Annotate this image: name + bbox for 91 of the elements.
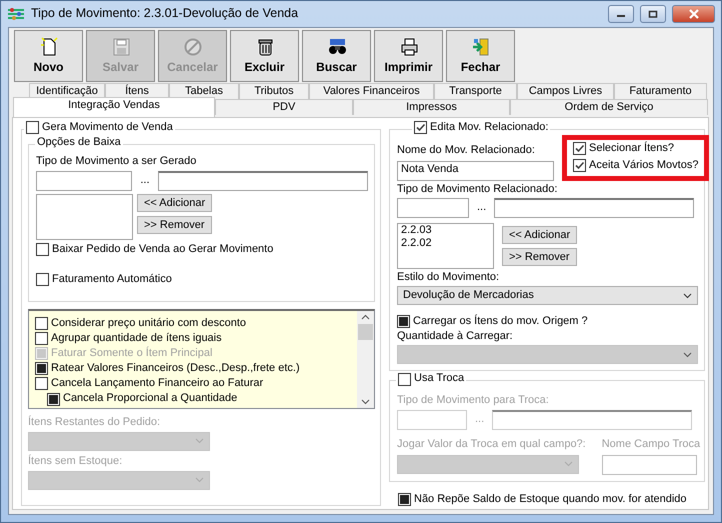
- scroll-down-icon: [361, 398, 370, 404]
- scroll-up-icon: [361, 314, 370, 320]
- checkbox-label: Faturamento Automático: [52, 272, 172, 286]
- checkbox-label: Aceita Vários Movtos?: [589, 158, 698, 172]
- checkbox[interactable]: [35, 377, 48, 390]
- field-label: Quantidade à Carregar:: [397, 330, 514, 344]
- tab[interactable]: Campos Livres: [517, 82, 614, 98]
- option-label: Considerar preço unitário com desconto: [51, 316, 246, 330]
- checkbox-label: Gera Movimento de Venda: [42, 120, 173, 134]
- checkbox[interactable]: [35, 362, 48, 376]
- checkbox-label: Usa Troca: [414, 372, 464, 386]
- tab[interactable]: Valores Financeiros: [309, 82, 434, 98]
- option-label: Cancela Proporcional a Quantidade: [63, 392, 238, 406]
- ellipsis-button[interactable]: ...: [140, 174, 150, 188]
- add-button[interactable]: << Adicionar: [502, 226, 577, 244]
- checkbox-label: Não Repõe Saldo de Estoque quando mov. for atendido: [414, 492, 687, 506]
- field-label: Nome Campo Troca: [602, 438, 700, 451]
- printer-icon: [398, 36, 418, 57]
- field-label: Tipo de Movimento para Troca:: [397, 394, 550, 408]
- close-button[interactable]: [672, 4, 715, 23]
- checkbox[interactable]: [573, 158, 586, 172]
- option-label: Agrupar quantidade de ítens iguais: [51, 332, 222, 345]
- toolbar-button[interactable]: Novo: [14, 30, 83, 82]
- checkbox[interactable]: [35, 332, 48, 345]
- checkbox[interactable]: [573, 142, 586, 155]
- option-label: Ratear Valores Financeiros (Desc.,Desp.,frete etc.): [51, 362, 300, 376]
- list-item[interactable]: 2.2.03: [401, 224, 490, 237]
- field-label: Tipo de Movimento Relacionado:: [397, 182, 558, 196]
- maximize-button[interactable]: [640, 4, 666, 23]
- toolbar-button[interactable]: Buscar: [302, 30, 371, 82]
- tab[interactable]: Faturamento: [614, 82, 707, 98]
- input-field[interactable]: [492, 410, 692, 430]
- no-entry-icon: [182, 36, 202, 57]
- dropdown[interactable]: Devolução de Mercadorias: [397, 286, 698, 306]
- list-item[interactable]: 2.2.02: [401, 236, 490, 250]
- window-title: Tipo de Movimento: 2.3.01-Devolução de Venda: [31, 6, 300, 22]
- remove-button[interactable]: >> Remover: [502, 248, 577, 266]
- document-icon: [38, 36, 58, 57]
- binoculars-icon: [326, 36, 346, 57]
- field-label: Ítens sem Estoque:: [28, 454, 124, 468]
- field-label: Ítens Restantes do Pedido:: [28, 416, 162, 429]
- tab[interactable]: Impressos: [353, 98, 510, 114]
- tab[interactable]: Identificação: [29, 82, 105, 98]
- checkbox[interactable]: [26, 120, 39, 134]
- input-field[interactable]: [494, 198, 694, 218]
- minimize-button[interactable]: [608, 4, 634, 23]
- checkbox[interactable]: [36, 272, 49, 286]
- input-field[interactable]: [397, 410, 467, 430]
- tab[interactable]: Integração Vendas: [13, 96, 215, 116]
- checkbox[interactable]: [35, 316, 48, 330]
- remove-button[interactable]: >> Remover: [137, 216, 212, 234]
- toolbar-button[interactable]: Excluir: [230, 30, 299, 82]
- toolbar-button[interactable]: Fechar: [446, 30, 515, 82]
- exit-door-icon: [470, 36, 490, 57]
- tab[interactable]: Ordem de Serviço: [510, 98, 708, 114]
- tab[interactable]: PDV: [215, 98, 353, 114]
- ellipsis-button[interactable]: ...: [477, 201, 486, 214]
- group-legend: Opções de Baixa: [37, 136, 121, 149]
- scrollbar[interactable]: [357, 310, 374, 408]
- input-field[interactable]: [397, 198, 469, 218]
- list-box[interactable]: 2.2.03 2.2.02: [397, 222, 494, 269]
- option-label: Cancela Lançamento Financeiro ao Faturar: [51, 377, 264, 390]
- maximize-icon: [648, 10, 658, 18]
- toolbar-button[interactable]: Imprimir: [374, 30, 443, 82]
- option-label: Faturar Somente o Ítem Principal: [51, 346, 212, 360]
- checkbox[interactable]: [47, 392, 60, 406]
- checkbox-label: Carregar os Ítens do mov. Origem ?: [413, 315, 588, 328]
- tab[interactable]: Tabelas: [169, 82, 239, 98]
- checkbox[interactable]: [36, 242, 49, 256]
- app-icon: [7, 6, 25, 21]
- tab[interactable]: Tributos: [239, 82, 309, 98]
- input-field[interactable]: [36, 170, 132, 191]
- input-field[interactable]: Nota Venda: [397, 160, 554, 181]
- checkbox[interactable]: [414, 120, 427, 134]
- field-label: Jogar Valor da Troca em qual campo?:: [397, 438, 586, 451]
- input-field[interactable]: [158, 170, 368, 191]
- tab[interactable]: Ítens: [105, 82, 169, 98]
- checkbox[interactable]: [397, 315, 410, 328]
- close-icon: [688, 8, 700, 19]
- input-field[interactable]: [602, 454, 697, 475]
- add-button[interactable]: << Adicionar: [137, 194, 212, 212]
- checkbox-label: Baixar Pedido de Venda ao Gerar Movimento: [52, 242, 274, 256]
- field-label: Tipo de Movimento a ser Gerado: [36, 154, 198, 168]
- field-label: Nome do Mov. Relacionado:: [397, 144, 536, 157]
- field-label: Estilo do Movimento:: [397, 270, 500, 284]
- tab[interactable]: Transporte: [434, 82, 517, 98]
- scroll-thumb[interactable]: [358, 324, 373, 340]
- checkbox-label: Selecionar Ítens?: [589, 142, 674, 155]
- checkbox-label: Edita Mov. Relacionado:: [430, 120, 548, 134]
- floppy-icon: [110, 36, 130, 57]
- checkbox[interactable]: [398, 492, 411, 506]
